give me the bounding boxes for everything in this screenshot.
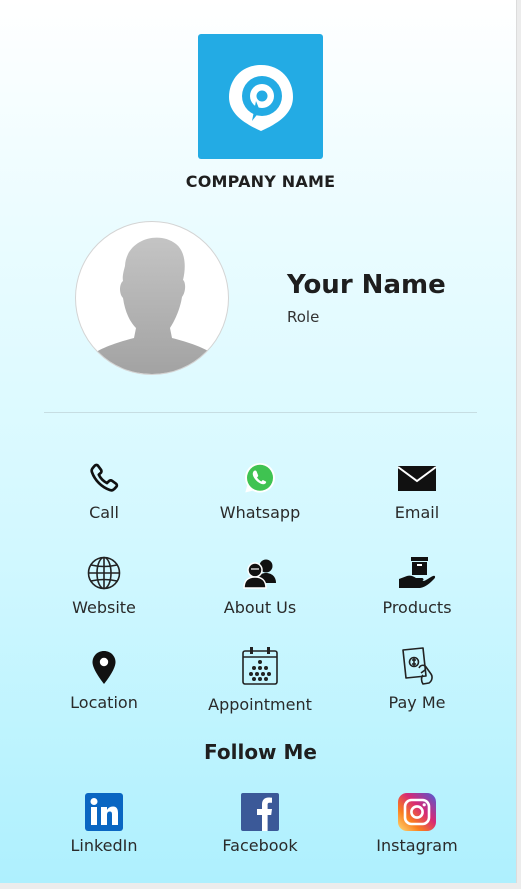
website-button[interactable]: Website	[24, 553, 184, 623]
envelope-icon	[397, 458, 437, 498]
divider	[44, 412, 477, 413]
instagram-link[interactable]: Instagram	[337, 792, 497, 862]
call-label: Call	[89, 503, 119, 522]
facebook-icon	[240, 792, 280, 832]
whatsapp-icon	[240, 458, 280, 498]
company-name: COMPANY NAME	[185, 172, 336, 191]
business-card: COMPANY NAME Your Name Role Call Whatsap…	[0, 0, 517, 883]
linkedin-label: LinkedIn	[70, 836, 138, 855]
website-label: Website	[72, 598, 136, 617]
company-logo	[198, 34, 323, 159]
location-label: Location	[70, 693, 138, 712]
email-button[interactable]: Email	[337, 458, 497, 528]
appointment-button[interactable]: Appointment	[180, 646, 340, 718]
payment-icon	[397, 646, 437, 686]
facebook-label: Facebook	[222, 836, 298, 855]
instagram-label: Instagram	[376, 836, 458, 855]
avatar	[75, 221, 229, 375]
calendar-icon	[240, 646, 280, 686]
email-label: Email	[394, 503, 440, 522]
whatsapp-label: Whatsapp	[219, 503, 301, 522]
about-us-label: About Us	[223, 598, 297, 617]
phone-icon	[84, 458, 124, 498]
products-label: Products	[382, 598, 452, 617]
call-button[interactable]: Call	[24, 458, 184, 528]
location-button[interactable]: Location	[24, 648, 184, 718]
pay-me-label: Pay Me	[388, 693, 446, 712]
follow-me-heading: Follow Me	[204, 740, 317, 764]
instagram-icon	[397, 792, 437, 832]
linkedin-link[interactable]: LinkedIn	[24, 792, 184, 862]
facebook-link[interactable]: Facebook	[180, 792, 340, 862]
globe-icon	[84, 553, 124, 593]
product-hand-icon	[397, 553, 437, 593]
pay-me-button[interactable]: Pay Me	[337, 646, 497, 718]
products-button[interactable]: Products	[337, 553, 497, 623]
appointment-label: Appointment	[208, 695, 312, 714]
about-us-button[interactable]: About Us	[180, 553, 340, 623]
profile-role: Role	[287, 308, 320, 326]
whatsapp-button[interactable]: Whatsapp	[180, 458, 340, 528]
user-silhouette-icon	[90, 237, 216, 374]
map-pin-icon	[84, 648, 124, 688]
profile-name: Your Name	[287, 270, 446, 300]
people-icon	[240, 553, 280, 593]
linkedin-icon	[84, 792, 124, 832]
location-pin-logo-icon	[228, 64, 293, 131]
